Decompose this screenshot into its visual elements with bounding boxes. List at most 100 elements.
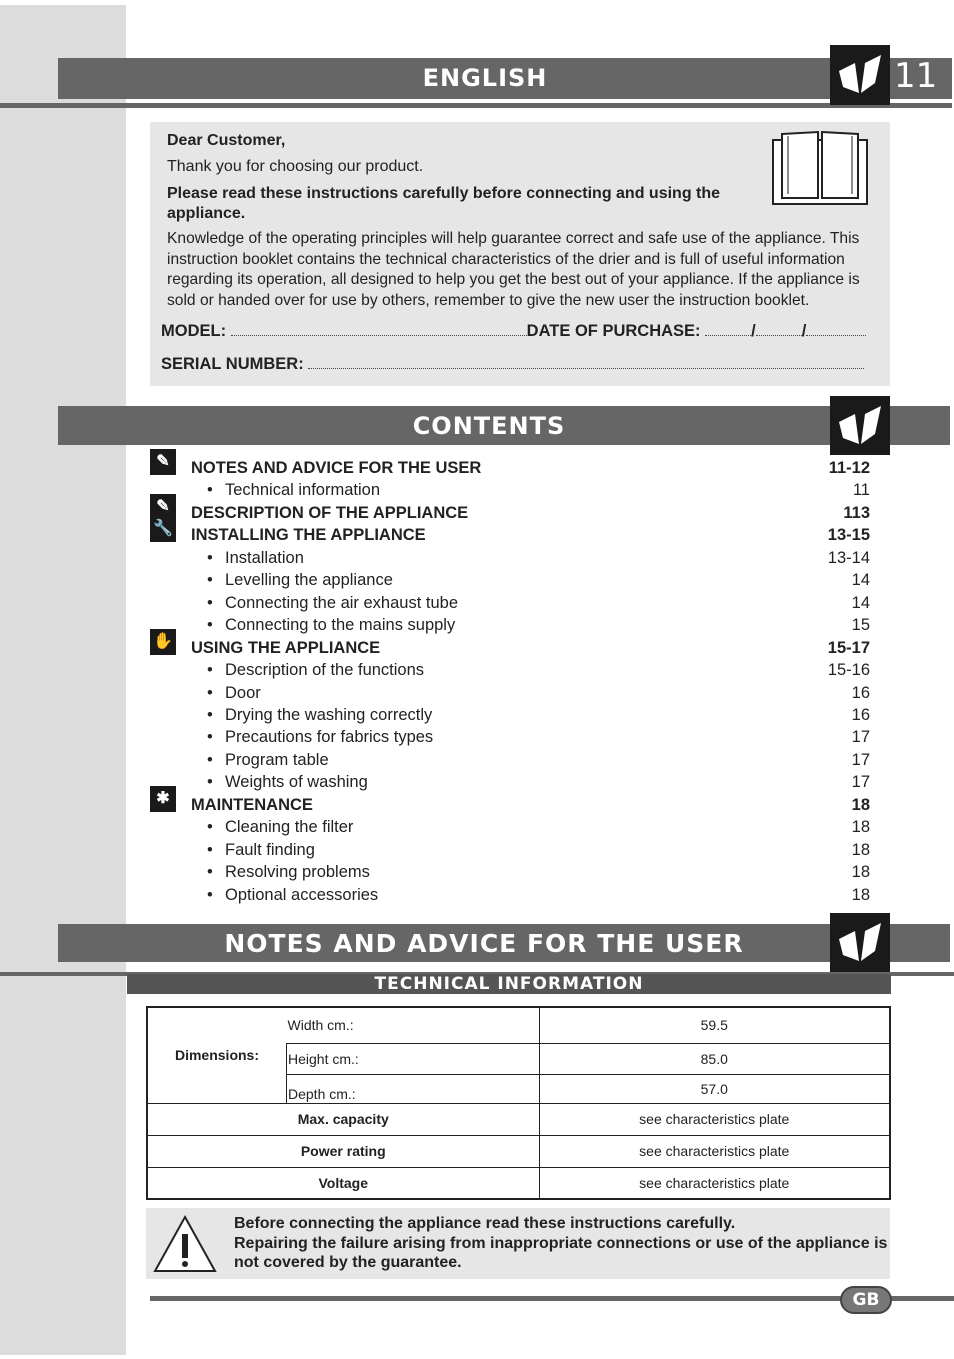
contents-item[interactable]: • Connecting the air exhaust tube 14 bbox=[150, 592, 870, 614]
read-instructions-text: Please read these instructions carefully… bbox=[167, 185, 721, 222]
bullet: • bbox=[207, 661, 213, 680]
height-value: 85.0 bbox=[538, 1042, 891, 1075]
capacity-value: see characteristics plate bbox=[538, 1102, 891, 1136]
contents-item-page: 11-12 bbox=[828, 459, 870, 477]
warning-line-1: Before connecting the appliance read the… bbox=[234, 1215, 736, 1232]
bullet: • bbox=[207, 593, 213, 612]
contents-item[interactable]: • Drying the washing correctly 16 bbox=[150, 704, 870, 726]
contents-item-page: 18 bbox=[851, 840, 870, 859]
contents-item-page: 15-16 bbox=[827, 661, 870, 680]
warning-line-2: Repairing the failure arising from inapp… bbox=[234, 1234, 888, 1272]
margin-strip bbox=[0, 5, 126, 1355]
contents-item-label: Program table bbox=[225, 750, 329, 769]
power-label: Power rating bbox=[146, 1134, 540, 1168]
tech-table: Dimensions: Width cm.: 59.5 Height cm.: 85.… bbox=[146, 1006, 891, 1200]
contents-item-page: 16 bbox=[851, 705, 870, 724]
bullet: • bbox=[207, 571, 213, 590]
contents-item-label: Connecting the air exhaust tube bbox=[225, 593, 458, 612]
technical-info-bar: TECHNICAL INFORMATION bbox=[127, 974, 891, 994]
contents-item-page: 17 bbox=[851, 728, 870, 747]
contents-item[interactable]: • Door 16 bbox=[150, 682, 870, 704]
bullet: • bbox=[207, 683, 213, 702]
bullet: • bbox=[207, 885, 213, 904]
contents-item-label: MAINTENANCE bbox=[191, 795, 313, 814]
bullet: • bbox=[207, 863, 213, 882]
contents-item[interactable]: ✋ USING THE APPLIANCE 15-17 bbox=[150, 628, 870, 659]
header-title: ENGLISH bbox=[422, 64, 548, 92]
contents-item[interactable]: • Technical information 11 bbox=[150, 479, 870, 501]
contents-item-page: 11 bbox=[852, 481, 870, 500]
contents-item[interactable]: • Description of the functions 15-16 bbox=[150, 659, 870, 681]
contents-item[interactable]: ✎ DESCRIPTION OF THE APPLIANCE 113 bbox=[150, 493, 870, 524]
contents-item-label: NOTES AND ADVICE FOR THE USER bbox=[191, 459, 482, 477]
bullet: • bbox=[207, 481, 213, 500]
footer-line bbox=[150, 1296, 954, 1301]
contents-item[interactable]: • Installation 13-14 bbox=[150, 547, 870, 569]
date-day-field[interactable] bbox=[705, 323, 752, 336]
contents-item-page: 15 bbox=[851, 616, 870, 635]
thanks-text: Thank you for choosing our product. bbox=[167, 158, 424, 175]
contents-item-label: Fault finding bbox=[225, 840, 315, 859]
contents-item[interactable]: • Cleaning the filter 18 bbox=[150, 816, 870, 838]
date-year-field[interactable] bbox=[806, 323, 867, 336]
contents-item[interactable]: • Optional accessories 18 bbox=[150, 884, 870, 906]
contents-item-label: USING THE APPLIANCE bbox=[191, 638, 381, 657]
contents-item-page: 16 bbox=[851, 683, 870, 702]
contents-item[interactable]: ✎ NOTES AND ADVICE FOR THE USER 11-12 bbox=[150, 449, 870, 479]
divider bbox=[0, 103, 952, 108]
contents-item-page: 18 bbox=[851, 863, 870, 882]
capacity-label: Max. capacity bbox=[146, 1102, 540, 1136]
contents-item[interactable]: • Program table 17 bbox=[150, 749, 870, 771]
contents-item-page: 18 bbox=[851, 795, 870, 814]
contents-item[interactable]: 🔧 INSTALLING THE APPLIANCE 13-15 bbox=[150, 516, 870, 546]
page-number: 11 bbox=[894, 56, 938, 96]
contents-item-label: Cleaning the filter bbox=[225, 818, 354, 837]
contents-item[interactable]: • Weights of washing 17 bbox=[150, 771, 870, 793]
contents-item-label: Technical information bbox=[225, 481, 380, 500]
bullet: • bbox=[207, 840, 213, 859]
contents-item-label: Weights of washing bbox=[225, 773, 368, 792]
bullet: • bbox=[207, 705, 213, 724]
contents-item[interactable]: • Levelling the appliance 14 bbox=[150, 569, 870, 591]
contents-item-label: Optional accessories bbox=[225, 885, 379, 904]
contents-item-page: 13-15 bbox=[827, 526, 870, 545]
book-icon bbox=[830, 45, 890, 105]
contents-item-page: 18 bbox=[851, 818, 870, 837]
contents-item[interactable]: • Precautions for fabrics types 17 bbox=[150, 726, 870, 748]
voltage-value: see characteristics plate bbox=[538, 1166, 891, 1200]
intro-box: Dear Customer, Thank you for choosing ou… bbox=[150, 122, 890, 386]
book-icon: ✎ bbox=[150, 449, 176, 475]
contents-item-label: DESCRIPTION OF THE APPLIANCE bbox=[191, 503, 469, 522]
dimensions-label: Dimensions: bbox=[146, 1006, 287, 1104]
date-label: DATE OF PURCHASE: bbox=[526, 322, 701, 340]
wrench-icon: 🔧 bbox=[150, 516, 176, 543]
warning-triangle-icon bbox=[152, 1214, 218, 1279]
bullet: • bbox=[207, 773, 213, 792]
contents-item-label: Resolving problems bbox=[225, 863, 370, 882]
warning-box: Before connecting the appliance read the… bbox=[146, 1208, 890, 1279]
serial-field[interactable] bbox=[308, 356, 865, 369]
contents-item[interactable]: ✱ MAINTENANCE 18 bbox=[150, 785, 870, 816]
contents-item[interactable]: • Fault finding 18 bbox=[150, 839, 870, 861]
bullet: • bbox=[207, 750, 213, 769]
book-icon bbox=[830, 913, 890, 972]
model-field[interactable] bbox=[230, 323, 527, 336]
contents-item-page: 13-14 bbox=[827, 548, 870, 567]
contents-item-page: 17 bbox=[851, 773, 870, 792]
contents-title: CONTENTS bbox=[412, 412, 566, 440]
contents-item-label: Connecting to the mains supply bbox=[225, 616, 456, 635]
contents-item[interactable]: • Connecting to the mains supply 15 bbox=[150, 614, 870, 636]
depth-value: 57.0 bbox=[538, 1073, 891, 1104]
bullet: • bbox=[207, 818, 213, 837]
contents-item-label: INSTALLING THE APPLIANCE bbox=[191, 526, 426, 545]
intro-body: Knowledge of the operating principles wi… bbox=[167, 230, 860, 309]
technical-info-title: TECHNICAL INFORMATION bbox=[374, 974, 644, 994]
contents-item-page: 14 bbox=[851, 593, 870, 612]
contents-item-label: Door bbox=[225, 683, 261, 702]
contents-item-page: 14 bbox=[851, 571, 870, 590]
width-label: Width cm.: bbox=[286, 1007, 540, 1044]
cleaning-hand-icon: ✱ bbox=[150, 785, 176, 812]
contents-item-page: 17 bbox=[851, 750, 870, 769]
contents-item[interactable]: • Resolving problems 18 bbox=[150, 861, 870, 883]
date-month-field[interactable] bbox=[755, 323, 802, 336]
